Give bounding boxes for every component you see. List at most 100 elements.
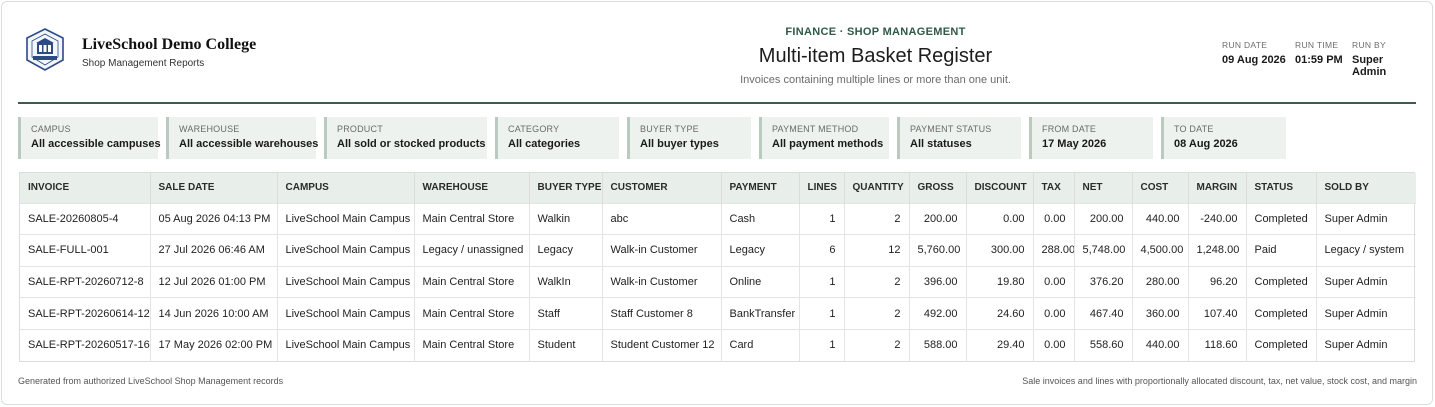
- customer-cell: Student Customer 12: [602, 328, 722, 361]
- filter-label: PAYMENT METHOD: [772, 124, 859, 134]
- gross-cell: 588.00: [909, 328, 967, 361]
- discount-cell: 300.00: [966, 234, 1034, 267]
- filter-value: All buyer types: [640, 138, 719, 150]
- buyer-type-cell: Walkin: [529, 202, 603, 235]
- column-header: LINES: [799, 173, 845, 203]
- filter-label: BUYER TYPE: [640, 124, 699, 134]
- payment-cell: Online: [721, 265, 800, 298]
- lines-cell: 6: [799, 234, 845, 267]
- gross-cell: 396.00: [909, 265, 967, 298]
- margin-cell: -240.00: [1188, 202, 1247, 235]
- invoice-cell: SALE-20260805-4: [20, 202, 151, 235]
- report-description: Invoices containing multiple lines or mo…: [740, 74, 1011, 86]
- filter-payment-method: PAYMENT METHOD All payment methods: [759, 117, 889, 159]
- filter-category: CATEGORY All categories: [495, 117, 619, 159]
- column-header: COST: [1132, 173, 1189, 203]
- invoice-cell: SALE-RPT-20260614-12: [20, 297, 151, 330]
- filter-value: 17 May 2026: [1042, 138, 1107, 150]
- invoice-cell: SALE-RPT-20260712-8: [20, 265, 151, 298]
- column-header: DISCOUNT: [966, 173, 1034, 203]
- discount-cell: 19.80: [966, 265, 1034, 298]
- campus-cell: LiveSchool Main Campus: [277, 265, 415, 298]
- column-header: SOLD BY: [1316, 173, 1416, 203]
- run-time-value: 01:59 PM: [1295, 54, 1343, 66]
- sale-date-cell: 12 Jul 2026 01:00 PM: [150, 265, 278, 298]
- status-cell: Completed: [1246, 297, 1317, 330]
- quantity-cell: 12: [844, 234, 910, 267]
- report-header: LiveSchool Demo College Shop Management …: [18, 18, 1416, 104]
- cost-cell: 440.00: [1132, 202, 1189, 235]
- net-cell: 376.20: [1074, 265, 1133, 298]
- lines-cell: 1: [799, 202, 845, 235]
- buyer-type-cell: WalkIn: [529, 265, 603, 298]
- tax-cell: 0.00: [1033, 297, 1075, 330]
- payment-cell: Cash: [721, 202, 800, 235]
- tax-cell: 0.00: [1033, 328, 1075, 361]
- margin-cell: 1,248.00: [1188, 234, 1247, 267]
- tax-cell: 288.00: [1033, 234, 1075, 267]
- run-by: RUN BY Super Admin: [1352, 40, 1416, 78]
- status-cell: Completed: [1246, 265, 1317, 298]
- filter-from-date: FROM DATE 17 May 2026: [1029, 117, 1153, 159]
- payment-cell: Card: [721, 328, 800, 361]
- run-by-value: Super Admin: [1352, 54, 1387, 78]
- quantity-cell: 2: [844, 265, 910, 298]
- filter-label: WAREHOUSE: [179, 124, 240, 134]
- column-header: QUANTITY: [844, 173, 910, 203]
- column-header: TAX: [1033, 173, 1075, 203]
- warehouse-cell: Main Central Store: [414, 202, 530, 235]
- margin-cell: 96.20: [1188, 265, 1247, 298]
- net-cell: 200.00: [1074, 202, 1133, 235]
- net-cell: 558.60: [1074, 328, 1133, 361]
- warehouse-cell: Legacy / unassigned: [414, 234, 530, 267]
- status-cell: Paid: [1246, 234, 1317, 267]
- quantity-cell: 2: [844, 328, 910, 361]
- invoice-cell: SALE-RPT-20260517-16: [20, 328, 151, 361]
- header-divider: [18, 102, 1416, 104]
- filter-value: All accessible campuses: [31, 138, 161, 150]
- filter-warehouse: WAREHOUSE All accessible warehouses: [166, 117, 319, 159]
- report-title-block: FINANCE · SHOP MANAGEMENT Multi-item Bas…: [578, 26, 1173, 86]
- warehouse-cell: Main Central Store: [414, 297, 530, 330]
- column-header: WAREHOUSE: [414, 173, 530, 203]
- filter-value: All accessible warehouses: [179, 138, 319, 150]
- run-date-label: RUN DATE: [1222, 40, 1268, 50]
- table-header-row: INVOICE SALE DATE CAMPUS WAREHOUSE BUYER…: [20, 173, 1416, 203]
- warehouse-cell: Main Central Store: [414, 328, 530, 361]
- table-row: SALE-RPT-20260614-12 14 Jun 2026 10:00 AM…: [20, 297, 1416, 330]
- column-header: BUYER TYPE: [529, 173, 603, 203]
- sale-date-cell: 27 Jul 2026 06:46 AM: [150, 234, 278, 267]
- basket-register-table: INVOICE SALE DATE CAMPUS WAREHOUSE BUYER…: [19, 172, 1416, 362]
- filter-label: PAYMENT STATUS: [910, 124, 992, 134]
- column-header: SALE DATE: [150, 173, 278, 203]
- sold-by-cell: Legacy / system: [1316, 234, 1416, 267]
- lines-cell: 1: [799, 328, 845, 361]
- sold-by-cell: Super Admin: [1316, 328, 1416, 361]
- sale-date-cell: 14 Jun 2026 10:00 AM: [150, 297, 278, 330]
- net-cell: 5,748.00: [1074, 234, 1133, 267]
- buyer-type-cell: Legacy: [529, 234, 603, 267]
- filter-value: All payment methods: [772, 138, 884, 150]
- filter-campus: CAMPUS All accessible campuses: [18, 117, 161, 159]
- footer-source-note: Generated from authorized LiveSchool Sho…: [18, 376, 284, 386]
- column-header: PAYMENT: [721, 173, 800, 203]
- run-by-label: RUN BY: [1352, 40, 1386, 50]
- column-header: CUSTOMER: [602, 173, 722, 203]
- gross-cell: 200.00: [909, 202, 967, 235]
- filter-label: CATEGORY: [508, 124, 560, 134]
- buyer-type-cell: Student: [529, 328, 603, 361]
- filter-label: TO DATE: [1174, 124, 1214, 134]
- column-header: INVOICE: [20, 173, 151, 203]
- gross-cell: 492.00: [909, 297, 967, 330]
- quantity-cell: 2: [844, 297, 910, 330]
- customer-cell: abc: [602, 202, 722, 235]
- filter-value: 08 Aug 2026: [1174, 138, 1238, 150]
- cost-cell: 4,500.00: [1132, 234, 1189, 267]
- column-header: CAMPUS: [277, 173, 415, 203]
- sold-by-cell: Super Admin: [1316, 265, 1416, 298]
- customer-cell: Walk-in Customer: [602, 265, 722, 298]
- net-cell: 467.40: [1074, 297, 1133, 330]
- lines-cell: 1: [799, 265, 845, 298]
- campus-cell: LiveSchool Main Campus: [277, 328, 415, 361]
- column-header: STATUS: [1246, 173, 1317, 203]
